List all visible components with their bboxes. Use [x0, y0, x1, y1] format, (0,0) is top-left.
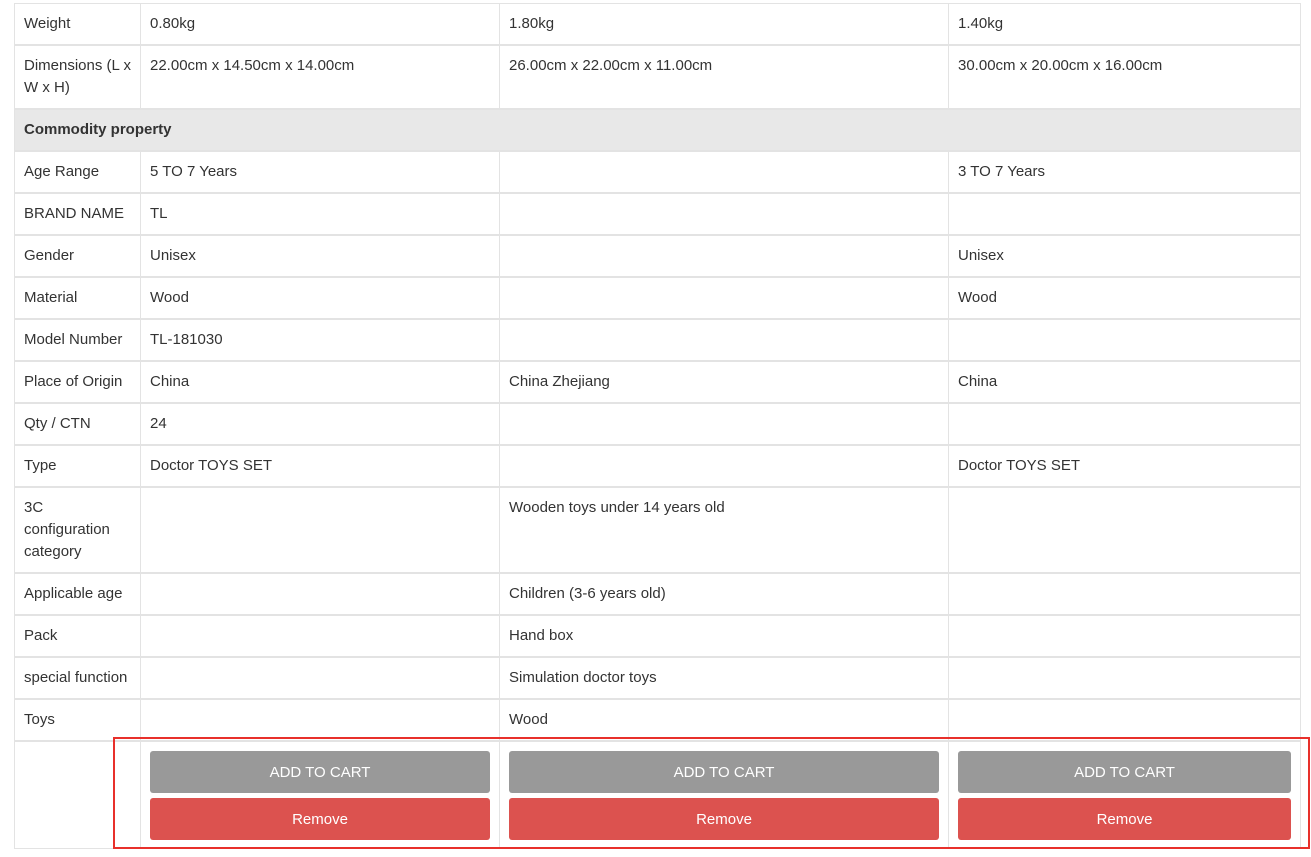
remove-button[interactable]: Remove [509, 798, 939, 840]
row-label: Toys [14, 698, 141, 742]
row-label: special function [14, 656, 141, 700]
cell-value: 1.80kg [499, 3, 949, 46]
cell-value: Wood [948, 276, 1301, 320]
product-compare-table: Weight 0.80kg 1.80kg 1.40kg Dimensions (… [14, 3, 1301, 849]
row-label: Place of Origin [14, 360, 141, 404]
cell-value [948, 318, 1301, 362]
cell-value [948, 572, 1301, 616]
cell-value: Unisex [948, 234, 1301, 278]
cell-value [140, 614, 500, 658]
remove-button[interactable]: Remove [150, 798, 490, 840]
row-3c-configuration-category: 3C configuration category Wooden toys un… [14, 486, 1301, 574]
cell-value: 1.40kg [948, 3, 1301, 46]
cell-value [499, 192, 949, 236]
cell-value [948, 698, 1301, 742]
cell-value [140, 572, 500, 616]
cell-value: 26.00cm x 22.00cm x 11.00cm [499, 44, 949, 110]
row-label: Dimensions (L x W x H) [14, 44, 141, 110]
row-label: Applicable age [14, 572, 141, 616]
cell-value: China Zhejiang [499, 360, 949, 404]
row-label: Qty / CTN [14, 402, 141, 446]
row-label: Type [14, 444, 141, 488]
cell-value [948, 614, 1301, 658]
row-brand-name: BRAND NAME TL [14, 192, 1301, 236]
section-commodity-property: Commodity property [14, 108, 1301, 152]
row-model-number: Model Number TL-181030 [14, 318, 1301, 362]
cell-value [140, 656, 500, 700]
actions-label-cell [14, 740, 141, 849]
cell-value: Children (3-6 years old) [499, 572, 949, 616]
cell-value [140, 486, 500, 574]
row-age-range: Age Range 5 TO 7 Years 3 TO 7 Years [14, 150, 1301, 194]
cell-value [499, 150, 949, 194]
cell-value: 0.80kg [140, 3, 500, 46]
row-label: Gender [14, 234, 141, 278]
cell-value [499, 402, 949, 446]
row-dimensions: Dimensions (L x W x H) 22.00cm x 14.50cm… [14, 44, 1301, 110]
row-label: Material [14, 276, 141, 320]
cell-value: China [948, 360, 1301, 404]
row-applicable-age: Applicable age Children (3-6 years old) [14, 572, 1301, 616]
cell-value [948, 192, 1301, 236]
row-weight: Weight 0.80kg 1.80kg 1.40kg [14, 3, 1301, 46]
cell-value: Unisex [140, 234, 500, 278]
cell-value: Wood [140, 276, 500, 320]
product-actions-1: ADD TO CART Remove [140, 740, 500, 849]
row-special-function: special function Simulation doctor toys [14, 656, 1301, 700]
cell-value: 5 TO 7 Years [140, 150, 500, 194]
row-actions: ADD TO CART Remove ADD TO CART Remove AD… [14, 740, 1301, 849]
cell-value: Wooden toys under 14 years old [499, 486, 949, 574]
row-label: Age Range [14, 150, 141, 194]
cell-value: 30.00cm x 20.00cm x 16.00cm [948, 44, 1301, 110]
cell-value [948, 402, 1301, 446]
row-material: Material Wood Wood [14, 276, 1301, 320]
cell-value: 24 [140, 402, 500, 446]
cell-value [499, 234, 949, 278]
cell-value: 3 TO 7 Years [948, 150, 1301, 194]
row-qty-ctn: Qty / CTN 24 [14, 402, 1301, 446]
add-to-cart-button[interactable]: ADD TO CART [509, 751, 939, 793]
product-actions-3: ADD TO CART Remove [948, 740, 1301, 849]
cell-value [948, 656, 1301, 700]
row-label: BRAND NAME [14, 192, 141, 236]
row-toys: Toys Wood [14, 698, 1301, 742]
cell-value [499, 276, 949, 320]
row-place-of-origin: Place of Origin China China Zhejiang Chi… [14, 360, 1301, 404]
cell-value: China [140, 360, 500, 404]
cell-value: TL [140, 192, 500, 236]
row-label: Pack [14, 614, 141, 658]
section-title: Commodity property [14, 108, 1301, 152]
row-gender: Gender Unisex Unisex [14, 234, 1301, 278]
product-actions-2: ADD TO CART Remove [499, 740, 949, 849]
add-to-cart-button[interactable]: ADD TO CART [150, 751, 490, 793]
cell-value: Hand box [499, 614, 949, 658]
cell-value: TL-181030 [140, 318, 500, 362]
cell-value: Wood [499, 698, 949, 742]
cell-value [499, 444, 949, 488]
row-label: Model Number [14, 318, 141, 362]
cell-value [140, 698, 500, 742]
cell-value: Doctor TOYS SET [948, 444, 1301, 488]
cell-value [499, 318, 949, 362]
cell-value [948, 486, 1301, 574]
cell-value: Simulation doctor toys [499, 656, 949, 700]
cell-value: Doctor TOYS SET [140, 444, 500, 488]
remove-button[interactable]: Remove [958, 798, 1291, 840]
row-label: Weight [14, 3, 141, 46]
row-type: Type Doctor TOYS SET Doctor TOYS SET [14, 444, 1301, 488]
row-pack: Pack Hand box [14, 614, 1301, 658]
row-label: 3C configuration category [14, 486, 141, 574]
add-to-cart-button[interactable]: ADD TO CART [958, 751, 1291, 793]
cell-value: 22.00cm x 14.50cm x 14.00cm [140, 44, 500, 110]
